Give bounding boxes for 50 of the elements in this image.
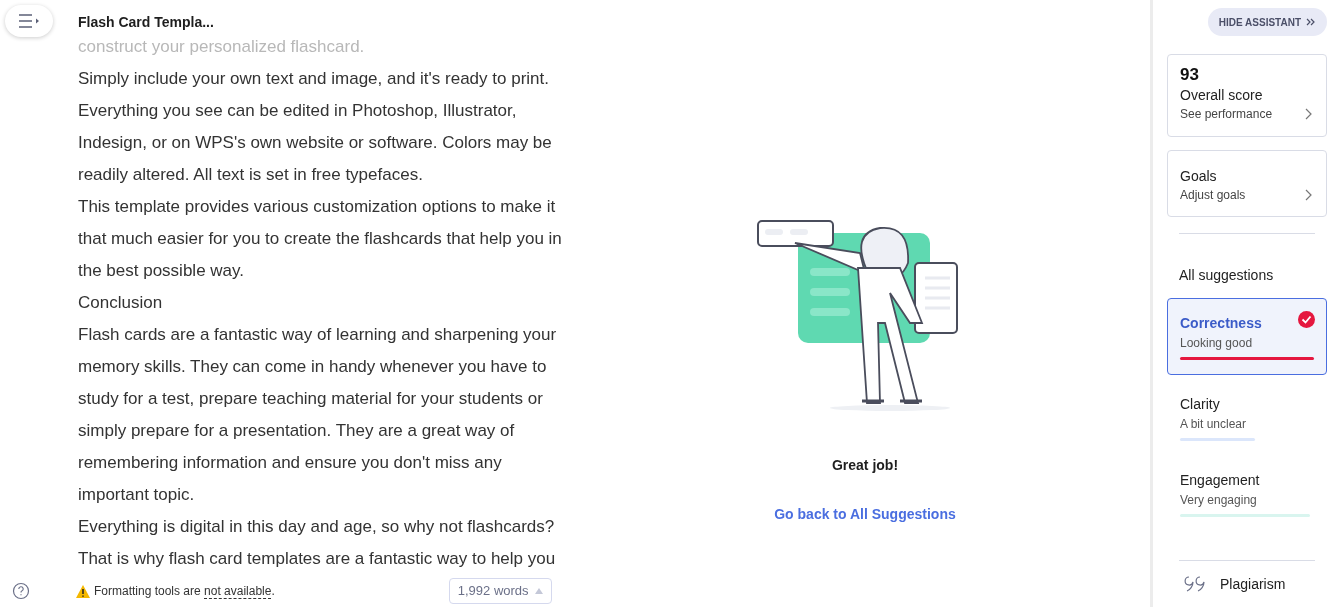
category-item[interactable]: Clarity A bit unclear [1167, 389, 1327, 451]
document-line: Flash cards are a fantastic way of learning and sharpening your [78, 324, 558, 346]
chevron-icon [1305, 108, 1312, 120]
document-line: simply prepare for a presentation. They are a great way of [78, 420, 516, 442]
document-line: important topic. [78, 484, 196, 506]
menu-button[interactable] [5, 5, 53, 37]
goals-card[interactable]: Goals Adjust goals [1167, 150, 1327, 217]
document-line: remembering information and ensure you don't miss any [78, 452, 503, 474]
category-item[interactable]: Correctness Looking good [1167, 298, 1327, 375]
success-message: Great job! [831, 456, 899, 475]
category-status: A bit unclear [1180, 416, 1247, 433]
document-line: This template provides various customization options to make it [78, 196, 557, 218]
document-line: the best possible way. [78, 260, 245, 282]
score-card[interactable]: 93 Overall score See performance [1167, 54, 1327, 137]
document-line: construct your personalized flashcard. [78, 36, 366, 58]
help-icon[interactable] [12, 582, 30, 600]
document-line: memory skills. They can come in handy whenever you have to [78, 356, 548, 378]
double-chevron-icon [1306, 18, 1316, 26]
category-item[interactable]: Engagement Very engaging [1167, 465, 1327, 527]
document-line: Indesign, or on WPS's own website or software. Colors may be [78, 132, 553, 154]
formatting-warning: Formatting tools are not available. [94, 583, 275, 600]
goals-label: Goals [1180, 167, 1218, 186]
document-line: that much easier for you to create the flashcards that help you in [78, 228, 563, 250]
document-line: That is why flash card templates are a fantastic way to help you [78, 548, 557, 570]
document-line: readily altered. All text is set in free typefaces. [78, 164, 424, 186]
document-line: Simply include your own text and image, and it's ready to print. [78, 68, 550, 90]
suggestions-heading: All suggestions [1179, 266, 1274, 285]
performance-link: See performance [1180, 106, 1273, 123]
back-link[interactable]: Go back to All Suggestions [774, 504, 956, 525]
document-line: Everything you see can be edited in Photoshop, Illustrator, [78, 100, 518, 122]
chevron-icon [1305, 189, 1312, 201]
warning-icon [76, 584, 90, 598]
quote-icon [1184, 576, 1208, 592]
plagiarism-link[interactable]: Plagiarism [1220, 573, 1286, 595]
category-name: Clarity [1180, 395, 1220, 414]
score-label: Overall score [1180, 86, 1264, 105]
category-name: Correctness [1180, 314, 1262, 333]
category-name: Engagement [1180, 471, 1260, 490]
goals-link: Adjust goals [1180, 187, 1246, 204]
category-status: Looking good [1180, 335, 1253, 352]
score-value: 93 [1180, 65, 1200, 85]
category-status: Very engaging [1180, 492, 1257, 509]
document-title: Flash Card Templa... [78, 13, 214, 32]
menu-icon [18, 14, 40, 28]
document-line: Conclusion [78, 292, 164, 314]
document-line: study for a test, prepare teaching material for your students or [78, 388, 544, 410]
caret-icon [534, 588, 543, 594]
hide-assistant-button[interactable]: HIDE ASSISTANT [1207, 8, 1327, 36]
document-line: Everything is digital in this day and age, so why not flashcards? [78, 516, 556, 538]
word-count-button[interactable]: 1,992 words [448, 578, 552, 604]
